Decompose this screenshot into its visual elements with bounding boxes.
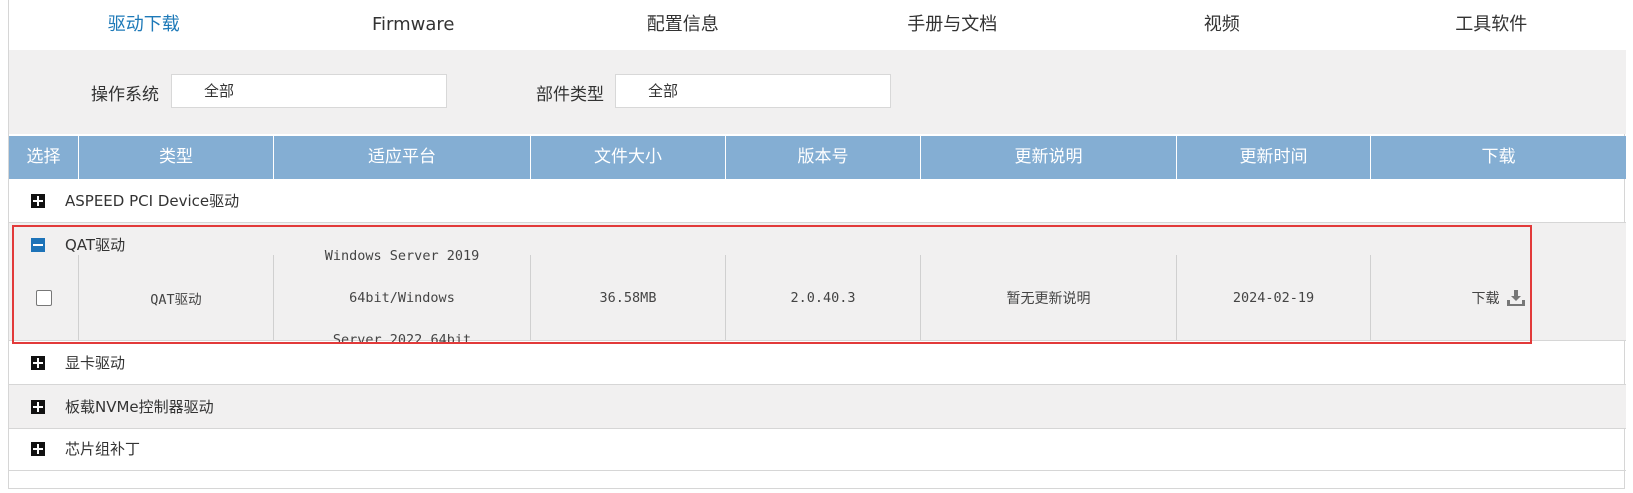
group-name: 显卡驱动 <box>65 354 126 372</box>
select-cell <box>9 255 79 340</box>
driver-panel: 驱动下载 Firmware 配置信息 手册与文档 视频 工具软件 操作系统 全部… <box>8 0 1626 489</box>
table-row: QAT驱动 Windows Server 2019 64bit/Windows … <box>9 248 1626 348</box>
filter-bar: 操作系统 全部 部件类型 全部 <box>9 50 1626 134</box>
col-file-size: 文件大小 <box>531 136 726 179</box>
group-name: 芯片组补丁 <box>65 440 141 458</box>
type-cell: QAT驱动 <box>79 255 274 340</box>
tab-firmware[interactable]: Firmware <box>279 0 549 50</box>
col-download: 下载 <box>1481 147 1516 167</box>
col-date: 更新时间 <box>1177 136 1371 179</box>
col-version: 版本号 <box>726 136 921 179</box>
size-cell: 36.58MB <box>531 255 726 340</box>
os-filter-select[interactable]: 全部 <box>171 74 447 108</box>
group-name: 板载NVMe控制器驱动 <box>65 398 214 416</box>
platform-cell: Windows Server 2019 64bit/Windows Server… <box>274 248 531 348</box>
tab-config-info[interactable]: 配置信息 <box>548 0 818 50</box>
tab-manuals-docs[interactable]: 手册与文档 <box>818 0 1088 50</box>
download-icon[interactable] <box>1506 289 1526 307</box>
col-select: 选择 <box>9 136 79 179</box>
group-row[interactable]: 板载NVMe控制器驱动 <box>9 385 1626 429</box>
os-filter-label: 操作系统 <box>91 85 159 105</box>
expand-icon[interactable] <box>31 400 45 414</box>
group-row[interactable]: ASPEED PCI Device驱动 <box>9 179 1626 223</box>
table-header: 选择 类型 适应平台 文件大小 版本号 更新说明 更新时间 下载 <box>9 136 1626 179</box>
col-type: 类型 <box>79 136 274 179</box>
expand-icon[interactable] <box>31 442 45 456</box>
col-platform: 适应平台 <box>274 136 531 179</box>
tab-videos[interactable]: 视频 <box>1087 0 1357 50</box>
download-button[interactable]: 下载 <box>1472 288 1526 308</box>
row-checkbox[interactable] <box>35 289 52 306</box>
group-name: ASPEED PCI Device驱动 <box>65 192 240 210</box>
group-row[interactable]: 显卡驱动 <box>9 341 1626 385</box>
expand-icon[interactable] <box>31 194 45 208</box>
version-cell: 2.0.40.3 <box>726 255 921 340</box>
tab-tools[interactable]: 工具软件 <box>1357 0 1627 50</box>
group-row[interactable]: 芯片组补丁 <box>9 427 1626 471</box>
download-label: 下载 <box>1471 290 1500 307</box>
col-notes: 更新说明 <box>921 136 1177 179</box>
date-cell: 2024-02-19 <box>1177 255 1371 340</box>
collapse-icon[interactable] <box>31 238 45 252</box>
download-cell: 下载 <box>1371 255 1626 340</box>
component-filter-select[interactable]: 全部 <box>615 74 891 108</box>
tab-driver-download[interactable]: 驱动下载 <box>9 0 279 50</box>
tab-bar: 驱动下载 Firmware 配置信息 手册与文档 视频 工具软件 <box>9 0 1626 51</box>
component-filter-label: 部件类型 <box>536 85 604 105</box>
expand-icon[interactable] <box>31 356 45 370</box>
platform-line-1: Windows Server 2019 64bit/Windows <box>324 247 480 306</box>
notes-cell: 暂无更新说明 <box>921 255 1177 340</box>
